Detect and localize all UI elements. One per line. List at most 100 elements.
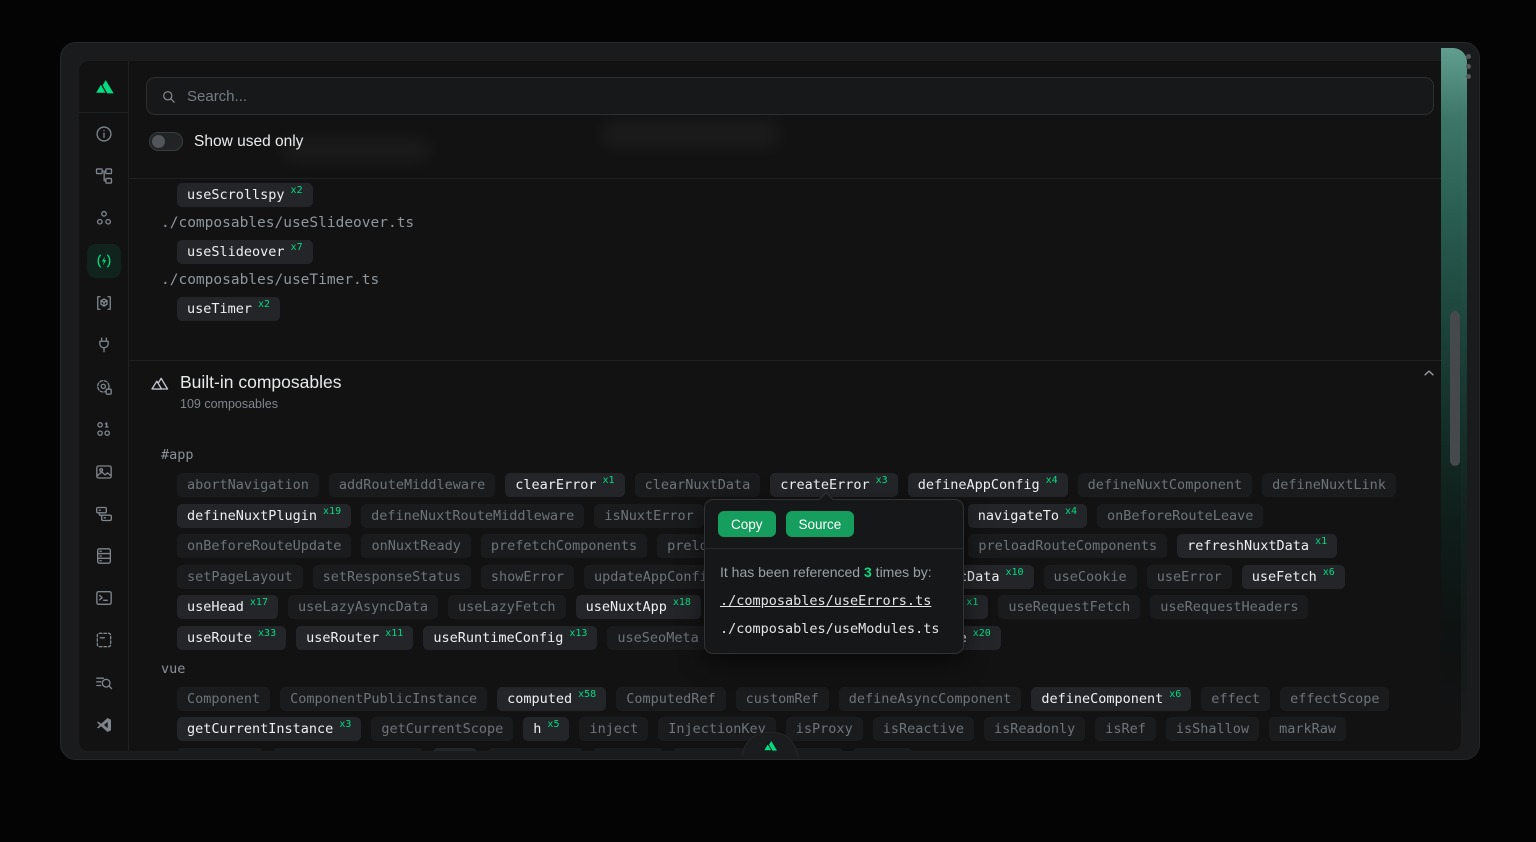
- composable-pill[interactable]: useSeoMeta: [607, 626, 708, 650]
- usage-count: x13: [569, 628, 587, 639]
- composable-pill[interactable]: useNuxtAppx18: [576, 595, 701, 619]
- composable-pill[interactable]: createErrorx3: [770, 473, 897, 497]
- composable-pill[interactable]: effectScope: [1280, 687, 1389, 711]
- composable-pill[interactable]: [177, 748, 263, 752]
- composable-pill[interactable]: defineNuxtLink: [1262, 473, 1396, 497]
- storage-icon: [94, 546, 114, 566]
- composable-pill[interactable]: addRouteMiddleware: [329, 473, 495, 497]
- composable-pill[interactable]: onBeforeRouteLeave: [1097, 504, 1263, 528]
- composable-pill[interactable]: useError: [1147, 565, 1232, 589]
- composable-pill[interactable]: isNuxtError: [594, 504, 703, 528]
- composable-pill[interactable]: abortNavigation: [177, 473, 319, 497]
- composable-pill[interactable]: defineNuxtComponent: [1078, 473, 1252, 497]
- composable-pill[interactable]: preloadRouteComponents: [968, 534, 1167, 558]
- composable-pill[interactable]: defineNuxtRouteMiddleware: [361, 504, 584, 528]
- tooltip-body: It has been referenced 3 times by: ./com…: [705, 549, 963, 653]
- composable-pill[interactable]: isProxy: [786, 717, 863, 741]
- sidebar-item-settings[interactable]: [79, 366, 128, 408]
- sidebar-logo[interactable]: [79, 61, 128, 113]
- composable-pill[interactable]: setResponseStatus: [313, 565, 471, 589]
- composable-pill[interactable]: hx5: [523, 717, 569, 741]
- composable-pill[interactable]: useRouterx11: [296, 626, 413, 650]
- sidebar-item-storage[interactable]: [79, 535, 128, 577]
- usage-count: x7: [291, 242, 303, 253]
- composable-pill[interactable]: useLazyFetch: [448, 595, 566, 619]
- sidebar-item-info[interactable]: [79, 113, 128, 155]
- sidebar-item-open-graph[interactable]: [79, 661, 128, 703]
- composable-pill[interactable]: defineComponentx6: [1031, 687, 1191, 711]
- composable-pill[interactable]: isReadonly: [984, 717, 1085, 741]
- source-button[interactable]: Source: [786, 511, 855, 537]
- composable-pill[interactable]: useRuntimeConfigx13: [423, 626, 597, 650]
- composable-pill[interactable]: [593, 748, 663, 752]
- group-label: #app: [129, 447, 1461, 463]
- referenced-file-link[interactable]: ./composables/useModules.ts: [720, 620, 948, 639]
- composable-pill[interactable]: isReactive: [873, 717, 974, 741]
- composable-pill[interactable]: clearErrorx1: [505, 473, 624, 497]
- composable-pill[interactable]: onNuxtReady: [361, 534, 470, 558]
- composable-pill[interactable]: useScrollspyx2: [177, 183, 313, 207]
- used-only-toggle[interactable]: [149, 132, 183, 151]
- composable-pill[interactable]: prefetchComponents: [481, 534, 647, 558]
- sidebar-item-terminal[interactable]: [79, 577, 128, 619]
- composable-pill[interactable]: ComputedRef: [616, 687, 725, 711]
- scrollbar-thumb[interactable]: [1450, 311, 1460, 466]
- main-area: Show used only useScrollspyx2./composabl…: [129, 61, 1461, 751]
- composable-pill[interactable]: showError: [481, 565, 574, 589]
- composables-icon: [94, 251, 114, 271]
- file-path[interactable]: ./composables/useSlideover.ts: [129, 215, 1461, 231]
- composable-pill[interactable]: useSlideoverx7: [177, 240, 313, 264]
- composable-pill[interactable]: useRequestFetch: [998, 595, 1140, 619]
- composable-pill[interactable]: getCurrentScope: [371, 717, 513, 741]
- composable-pill[interactable]: markRaw: [1269, 717, 1346, 741]
- composable-pill[interactable]: Component: [177, 687, 270, 711]
- composable-pill[interactable]: inject: [579, 717, 648, 741]
- sidebar-item-composables[interactable]: [79, 240, 128, 282]
- referenced-file-link[interactable]: ./composables/useErrors.ts: [720, 592, 948, 611]
- composable-pill[interactable]: onBeforeRouteUpdate: [177, 534, 351, 558]
- composable-pill[interactable]: [487, 748, 583, 752]
- composable-pill[interactable]: defineAppConfigx4: [908, 473, 1068, 497]
- sidebar-item-components[interactable]: [79, 197, 128, 239]
- composable-pill[interactable]: useHeadx17: [177, 595, 278, 619]
- composable-pill[interactable]: clearNuxtData: [635, 473, 761, 497]
- pill-row: useTimerx2: [129, 297, 1461, 321]
- reference-count: 3: [864, 564, 872, 580]
- sidebar-item-payload[interactable]: [79, 408, 128, 450]
- composable-pill[interactable]: useCookie: [1044, 565, 1137, 589]
- composable-pill[interactable]: useLazyAsyncData: [288, 595, 438, 619]
- composable-pill[interactable]: [433, 748, 477, 752]
- composable-pill[interactable]: defineNuxtPluginx19: [177, 504, 351, 528]
- terminal-icon: [94, 588, 114, 608]
- composable-pill[interactable]: isRef: [1095, 717, 1156, 741]
- drag-handle-dots[interactable]: [1466, 54, 1471, 79]
- sidebar-item-assets[interactable]: [79, 451, 128, 493]
- composable-pill[interactable]: [273, 748, 423, 752]
- collapse-section-button[interactable]: [1419, 363, 1439, 383]
- composable-pill[interactable]: [853, 748, 913, 752]
- composable-pill[interactable]: defineAsyncComponent: [839, 687, 1022, 711]
- composable-pill[interactable]: effect: [1201, 687, 1270, 711]
- composable-pill[interactable]: useTimerx2: [177, 297, 280, 321]
- composable-pill[interactable]: refreshNuxtDatax1: [1177, 534, 1337, 558]
- sidebar-item-plugins[interactable]: [79, 324, 128, 366]
- file-path[interactable]: ./composables/useTimer.ts: [129, 272, 1461, 288]
- composable-pill[interactable]: computedx58: [497, 687, 606, 711]
- sidebar-item-server-routes[interactable]: [79, 493, 128, 535]
- composable-pill[interactable]: customRef: [736, 687, 829, 711]
- sidebar-item-vscode[interactable]: [79, 704, 128, 746]
- composable-pill[interactable]: ComponentPublicInstance: [280, 687, 487, 711]
- copy-button[interactable]: Copy: [718, 511, 776, 537]
- sidebar-item-modules[interactable]: [79, 282, 128, 324]
- composable-pill[interactable]: useRoutex33: [177, 626, 286, 650]
- components-icon: [94, 208, 114, 228]
- sidebar-item-inspector[interactable]: [79, 619, 128, 661]
- sidebar-item-pages[interactable]: [79, 155, 128, 197]
- composable-pill[interactable]: isShallow: [1166, 717, 1259, 741]
- composable-pill[interactable]: useFetchx6: [1242, 565, 1345, 589]
- composable-pill[interactable]: setPageLayout: [177, 565, 303, 589]
- composable-pill[interactable]: navigateTox4: [968, 504, 1087, 528]
- composable-pill[interactable]: useRequestHeaders: [1150, 595, 1308, 619]
- search-input[interactable]: [187, 88, 1420, 105]
- composable-pill[interactable]: getCurrentInstancex3: [177, 717, 361, 741]
